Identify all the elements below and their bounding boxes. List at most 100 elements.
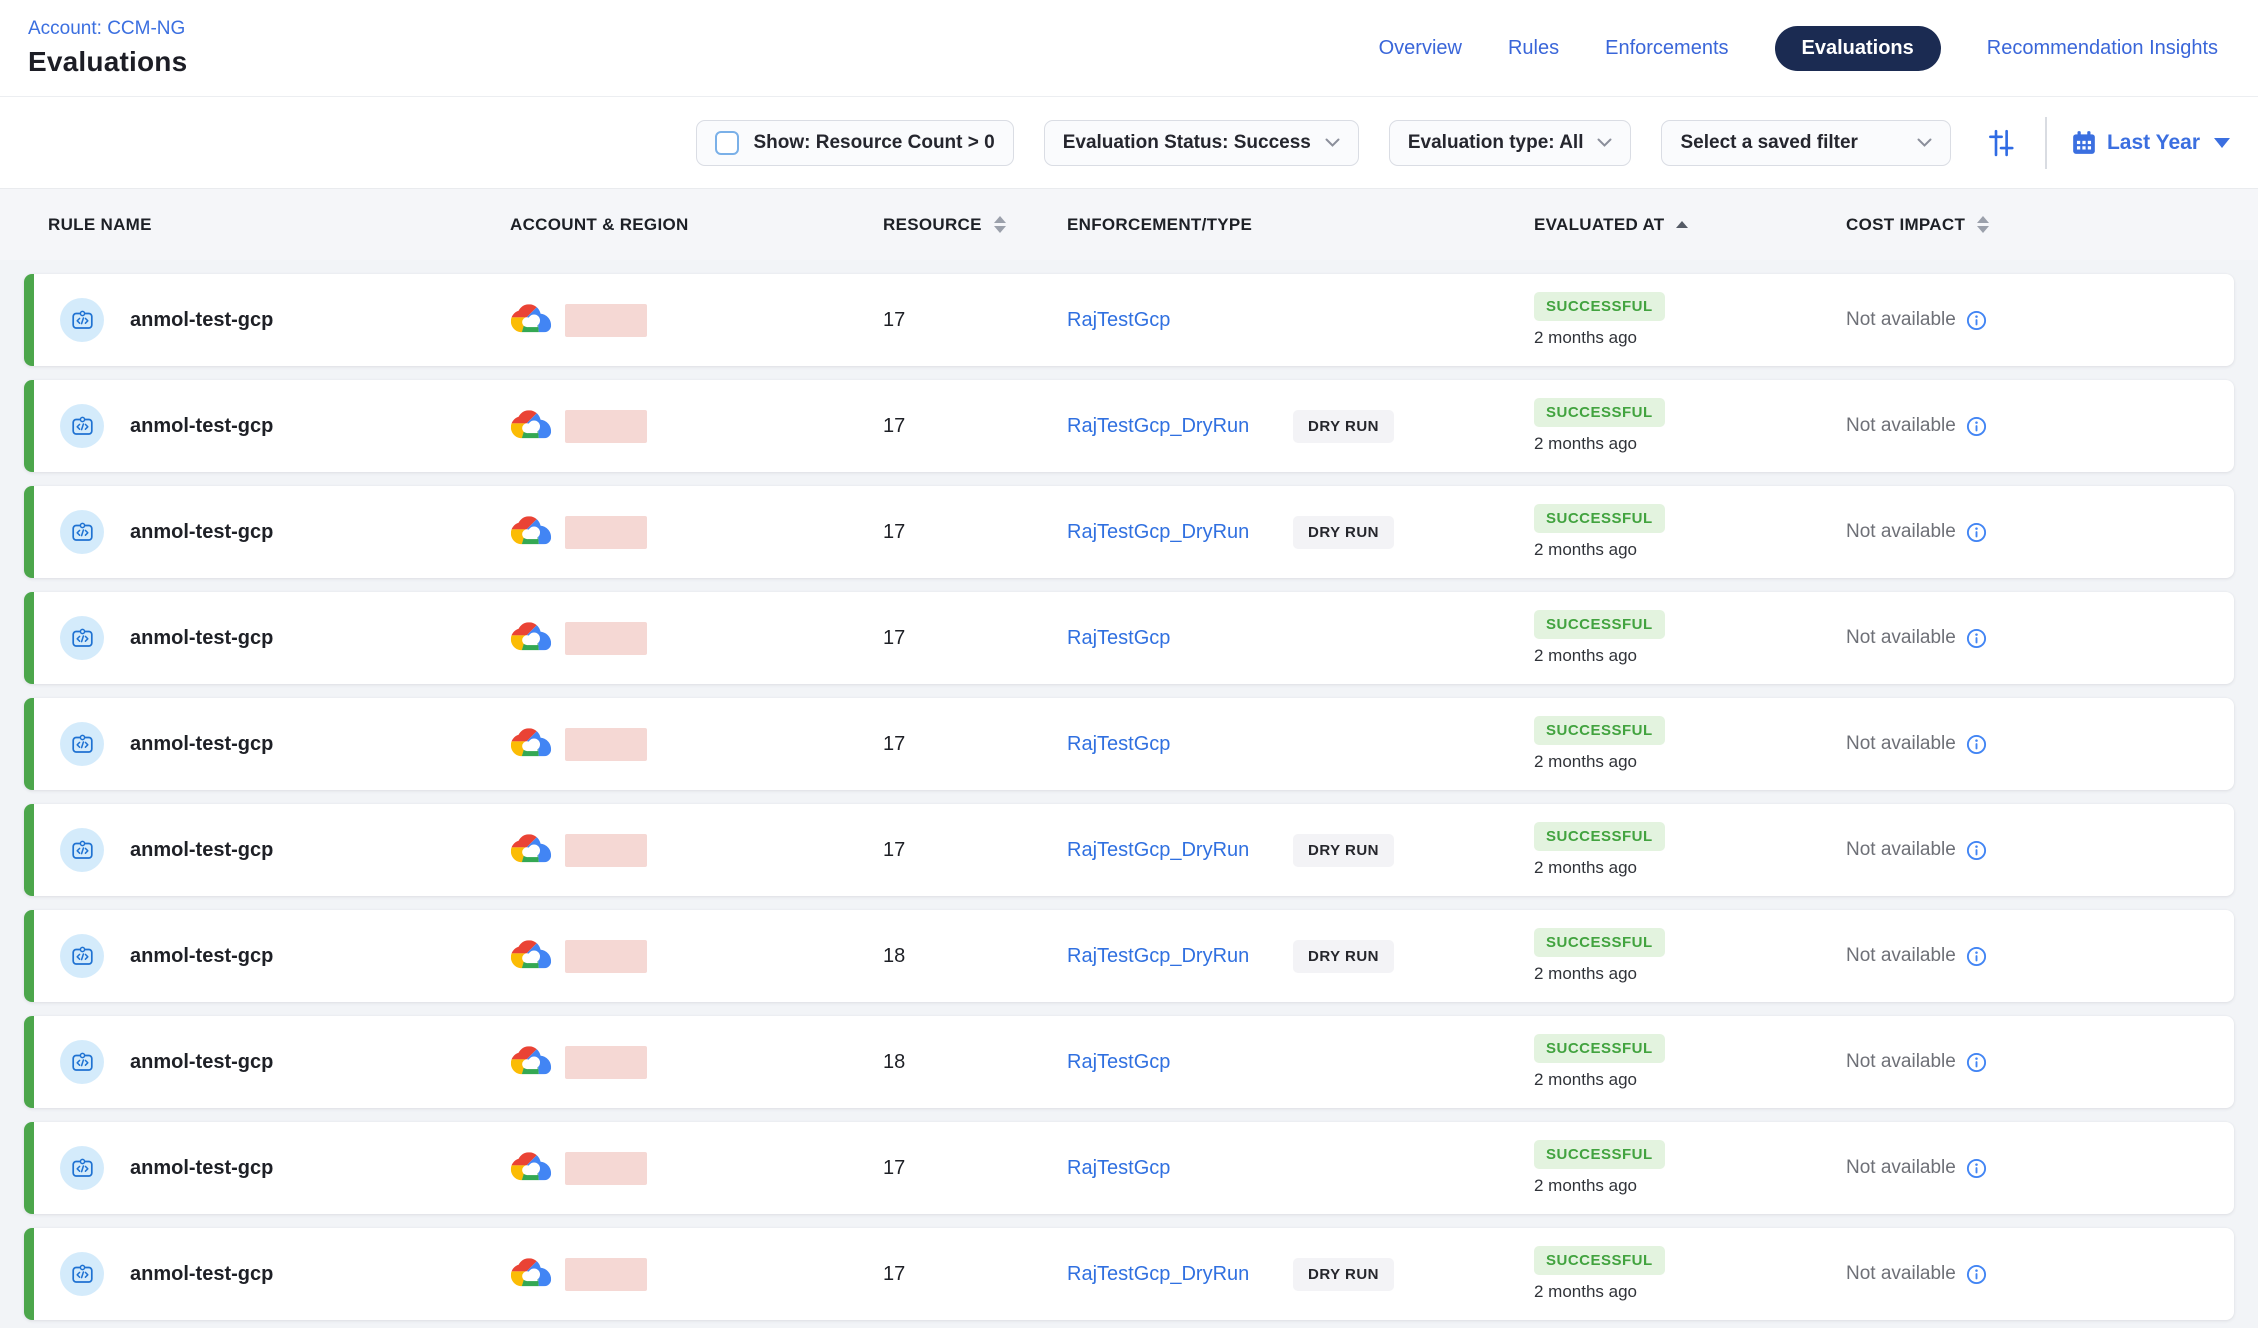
enforcement-link[interactable]: RajTestGcp_DryRun bbox=[1067, 839, 1293, 862]
col-rule-name[interactable]: RULE NAME bbox=[24, 215, 510, 235]
info-icon[interactable] bbox=[1966, 416, 1987, 437]
evaluated-time: 2 months ago bbox=[1534, 964, 1637, 984]
resource-count: 18 bbox=[883, 945, 905, 968]
table-row[interactable]: anmol-test-gcp bbox=[24, 1016, 2234, 1108]
resource-count-label: Show: Resource Count > 0 bbox=[753, 132, 994, 154]
cost-impact-value: Not available bbox=[1846, 309, 1956, 331]
evaluation-type-dropdown[interactable]: Evaluation type: All bbox=[1389, 120, 1632, 166]
sort-asc-icon[interactable] bbox=[1676, 221, 1688, 228]
col-evaluated-at[interactable]: EVALUATED AT bbox=[1534, 215, 1846, 235]
enforcement-link[interactable]: RajTestGcp bbox=[1067, 733, 1293, 756]
sort-icon[interactable] bbox=[994, 216, 1006, 233]
enforcement-link[interactable]: RajTestGcp_DryRun bbox=[1067, 521, 1293, 544]
info-icon[interactable] bbox=[1966, 628, 1987, 649]
tab-recommendation-insights[interactable]: Recommendation Insights bbox=[1987, 37, 2218, 60]
resource-count: 18 bbox=[883, 1051, 905, 1074]
tab-rules[interactable]: Rules bbox=[1508, 37, 1559, 60]
info-icon[interactable] bbox=[1966, 1158, 1987, 1179]
resource-count-filter[interactable]: Show: Resource Count > 0 bbox=[696, 120, 1013, 166]
table-row[interactable]: anmol-test-gcp bbox=[24, 486, 2234, 578]
enforcement-cell: RajTestGcp bbox=[1067, 733, 1534, 756]
custom-rule-icon bbox=[60, 722, 104, 766]
info-icon[interactable] bbox=[1966, 946, 1987, 967]
chevron-down-icon bbox=[1597, 138, 1612, 147]
evaluated-at-cell: SUCCESSFUL 2 months ago bbox=[1534, 928, 1846, 984]
tab-enforcements[interactable]: Enforcements bbox=[1605, 37, 1728, 60]
table-row[interactable]: anmol-test-gcp bbox=[24, 380, 2234, 472]
rule-name: anmol-test-gcp bbox=[130, 415, 273, 438]
evaluations-page: Account: CCM-NG Evaluations Overview Rul… bbox=[0, 0, 2258, 1328]
table-row[interactable]: anmol-test-gcp bbox=[24, 1228, 2234, 1320]
cost-impact-value: Not available bbox=[1846, 945, 1956, 967]
rule-name: anmol-test-gcp bbox=[130, 521, 273, 544]
enforcement-link[interactable]: RajTestGcp bbox=[1067, 309, 1293, 332]
resource-count-checkbox[interactable] bbox=[715, 131, 739, 155]
evaluation-status-dropdown[interactable]: Evaluation Status: Success bbox=[1044, 120, 1359, 166]
cost-impact-cell: Not available bbox=[1846, 415, 2234, 437]
account-region-cell bbox=[510, 1151, 883, 1185]
row-accent-bar bbox=[24, 380, 34, 472]
rule-name: anmol-test-gcp bbox=[130, 1157, 273, 1180]
table-row[interactable]: anmol-test-gcp bbox=[24, 274, 2234, 366]
cost-impact-cell: Not available bbox=[1846, 1157, 2234, 1179]
redacted-account-name bbox=[565, 410, 647, 443]
dry-run-badge: DRY RUN bbox=[1293, 834, 1394, 867]
rule-cell: anmol-test-gcp bbox=[24, 722, 510, 766]
col-account-region[interactable]: ACCOUNT & REGION bbox=[510, 215, 883, 235]
filter-panel-button[interactable] bbox=[1981, 123, 2021, 163]
account-region-cell bbox=[510, 833, 883, 867]
sort-icon[interactable] bbox=[1977, 216, 1989, 233]
saved-filter-dropdown[interactable]: Select a saved filter bbox=[1661, 120, 1951, 166]
enforcement-link[interactable]: RajTestGcp_DryRun bbox=[1067, 1263, 1293, 1286]
resource-cell: 18 bbox=[883, 1051, 1067, 1074]
tab-overview[interactable]: Overview bbox=[1379, 37, 1462, 60]
resource-cell: 17 bbox=[883, 733, 1067, 756]
table-row[interactable]: anmol-test-gcp bbox=[24, 698, 2234, 790]
info-icon[interactable] bbox=[1966, 840, 1987, 861]
custom-rule-icon bbox=[60, 934, 104, 978]
status-badge: SUCCESSFUL bbox=[1534, 1246, 1665, 1275]
rule-name: anmol-test-gcp bbox=[130, 945, 273, 968]
redacted-account-name bbox=[565, 1258, 647, 1291]
rule-cell: anmol-test-gcp bbox=[24, 1040, 510, 1084]
col-resource[interactable]: RESOURCE bbox=[883, 215, 1067, 235]
breadcrumb[interactable]: Account: CCM-NG bbox=[28, 18, 187, 40]
cost-impact-cell: Not available bbox=[1846, 521, 2234, 543]
table-row[interactable]: anmol-test-gcp bbox=[24, 910, 2234, 1002]
table-row[interactable]: anmol-test-gcp bbox=[24, 592, 2234, 684]
custom-rule-icon bbox=[60, 1146, 104, 1190]
enforcement-link[interactable]: RajTestGcp_DryRun bbox=[1067, 415, 1293, 438]
col-cost-impact[interactable]: COST IMPACT bbox=[1846, 215, 2234, 235]
custom-rule-icon bbox=[60, 298, 104, 342]
info-icon[interactable] bbox=[1966, 310, 1987, 331]
evaluated-time: 2 months ago bbox=[1534, 646, 1637, 666]
resource-count: 17 bbox=[883, 839, 905, 862]
rule-name: anmol-test-gcp bbox=[130, 733, 273, 756]
col-enforcement-type[interactable]: ENFORCEMENT/TYPE bbox=[1067, 215, 1534, 235]
evaluated-time: 2 months ago bbox=[1534, 858, 1637, 878]
info-icon[interactable] bbox=[1966, 1052, 1987, 1073]
redacted-account-name bbox=[565, 940, 647, 973]
enforcement-link[interactable]: RajTestGcp bbox=[1067, 1051, 1293, 1074]
table-row[interactable]: anmol-test-gcp bbox=[24, 804, 2234, 896]
gcp-cloud-icon bbox=[510, 1257, 552, 1291]
enforcement-cell: RajTestGcp_DryRun DRY RUN bbox=[1067, 410, 1534, 443]
redacted-account-name bbox=[565, 1046, 647, 1079]
info-icon[interactable] bbox=[1966, 1264, 1987, 1285]
enforcement-cell: RajTestGcp bbox=[1067, 309, 1534, 332]
enforcement-link[interactable]: RajTestGcp_DryRun bbox=[1067, 945, 1293, 968]
rule-cell: anmol-test-gcp bbox=[24, 934, 510, 978]
info-icon[interactable] bbox=[1966, 522, 1987, 543]
evaluated-time: 2 months ago bbox=[1534, 540, 1637, 560]
page-title: Evaluations bbox=[28, 46, 187, 78]
enforcement-link[interactable]: RajTestGcp bbox=[1067, 627, 1293, 650]
resource-cell: 17 bbox=[883, 415, 1067, 438]
info-icon[interactable] bbox=[1966, 734, 1987, 755]
status-badge: SUCCESSFUL bbox=[1534, 1034, 1665, 1063]
tab-evaluations-active[interactable]: Evaluations bbox=[1775, 26, 1941, 71]
status-badge: SUCCESSFUL bbox=[1534, 292, 1665, 321]
enforcement-link[interactable]: RajTestGcp bbox=[1067, 1157, 1293, 1180]
row-accent-bar bbox=[24, 804, 34, 896]
table-row[interactable]: anmol-test-gcp bbox=[24, 1122, 2234, 1214]
date-range-picker[interactable]: Last Year bbox=[2071, 130, 2230, 156]
